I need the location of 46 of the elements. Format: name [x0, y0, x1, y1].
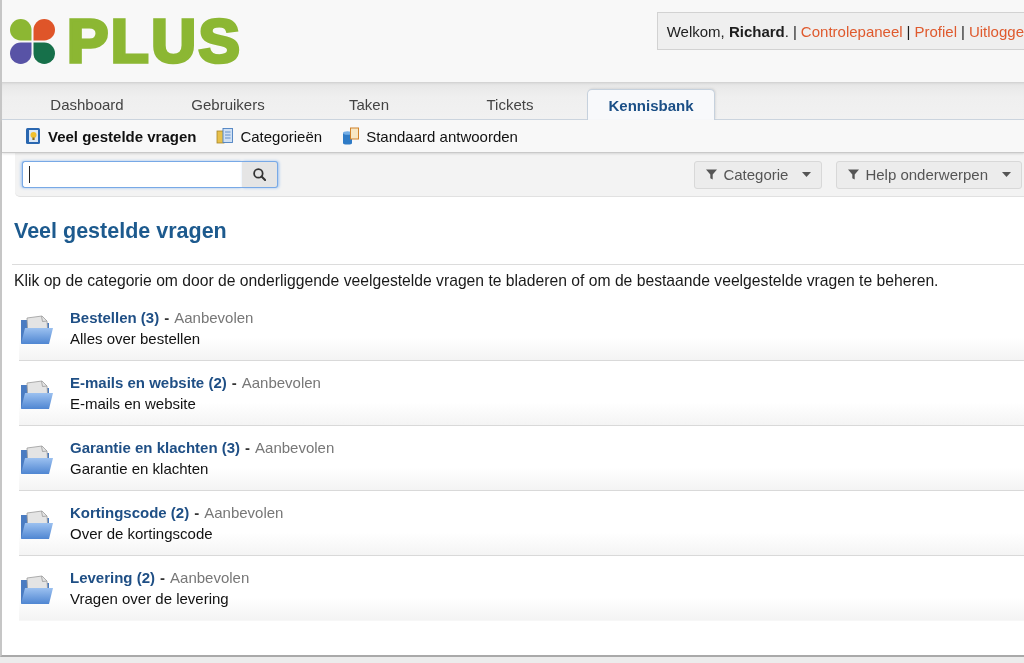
link-separator: | — [792, 22, 797, 40]
filter-dropdown[interactable]: Categorie — [694, 160, 823, 189]
status-label: Aanbevolen — [204, 503, 284, 521]
link-separator: | — [906, 22, 911, 40]
nav-tab[interactable]: Dashboard — [23, 89, 151, 119]
intro-text: Klik op de categorie om door de onderliggende veelgestelde vragen te bladeren of om de bestaande veelgestelde vragen te beheren. — [13, 271, 940, 290]
nav-tab[interactable]: Gebruikers — [164, 89, 292, 119]
category-link[interactable]: Garantie en klachten (3) — [70, 438, 241, 456]
category-description: Vragen over de levering — [70, 589, 230, 609]
status-label: Aanbevolen — [255, 438, 335, 456]
dash-text: - — [160, 568, 166, 586]
nav-tab[interactable]: Tickets — [446, 89, 574, 119]
status-label: Aanbevolen — [241, 373, 321, 391]
status-label: Aanbevolen — [174, 308, 254, 326]
dash-text: - — [231, 373, 237, 391]
category-description: Over de kortingscode — [70, 524, 214, 544]
caret-icon — [802, 172, 812, 177]
dash-text: - — [245, 438, 251, 456]
nav-tab[interactable]: Taken — [305, 89, 433, 119]
welcome-text: Welkom, Richard. — [666, 22, 789, 40]
dash-text: - — [194, 503, 200, 521]
link-separator: | — [961, 22, 965, 40]
sub-nav-link[interactable]: Standaard antwoorden — [366, 127, 518, 145]
cylinder-document-icon — [342, 127, 361, 145]
category-link[interactable]: Kortingscode (2) — [70, 503, 190, 521]
category-description: E-mails en website — [70, 394, 197, 414]
category-description: Alles over bestellen — [70, 329, 202, 349]
book-bulb-icon — [24, 127, 42, 145]
category-link[interactable]: E-mails en website (2) — [70, 373, 227, 391]
caret-icon — [1002, 172, 1011, 177]
dash-text: - — [164, 308, 170, 326]
status-label: Aanbevolen — [170, 568, 250, 586]
category-link[interactable]: Levering (2) — [70, 568, 156, 586]
category-link[interactable]: Bestellen (3) — [70, 308, 160, 326]
filter-icon — [848, 169, 860, 180]
documents-icon — [216, 127, 235, 145]
logo-text: PLUS — [67, 17, 243, 65]
sub-nav-link[interactable]: Veel gestelde vragen — [48, 127, 197, 145]
folder-icon — [20, 574, 54, 606]
filter-dropdown[interactable]: Help onderwerpen — [836, 160, 1022, 189]
page-title: Veel gestelde vragen — [12, 197, 1024, 265]
four-leaf-logo-icon — [10, 18, 55, 64]
category-description: Garantie en klachten — [70, 459, 210, 479]
nav-tab[interactable]: Kennisbank — [587, 89, 715, 120]
sub-nav-link[interactable]: Categorieën — [240, 127, 323, 145]
filter-icon — [706, 169, 718, 180]
